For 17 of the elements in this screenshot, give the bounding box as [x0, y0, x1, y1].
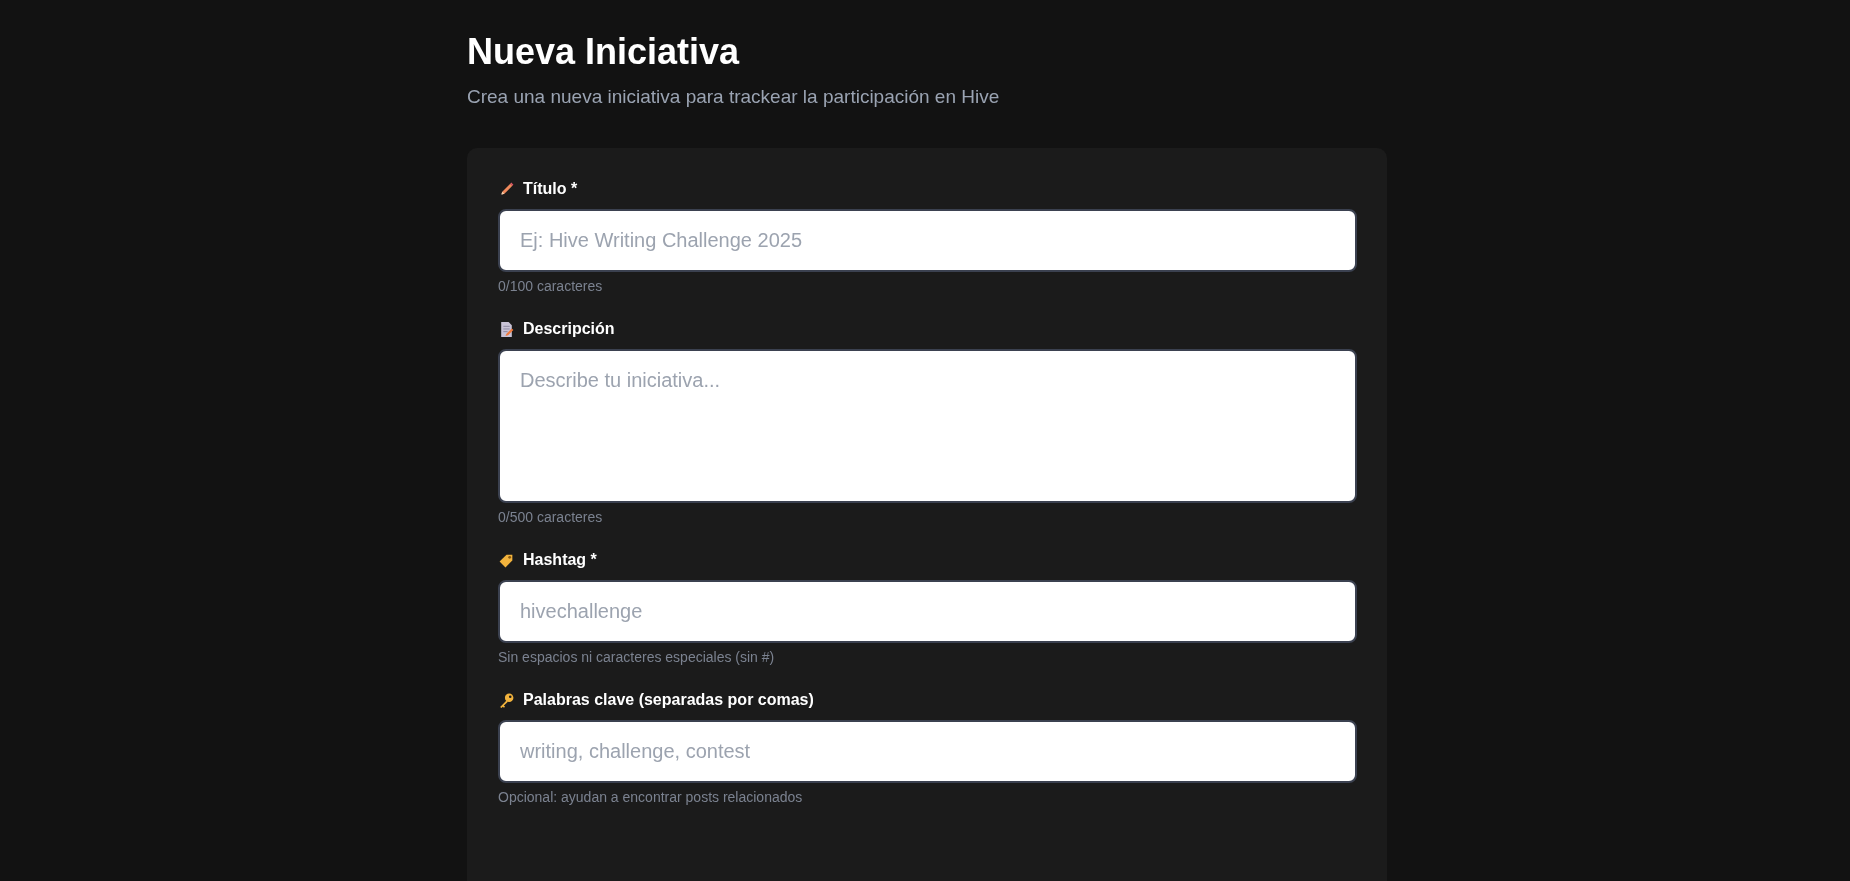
key-icon — [498, 691, 515, 709]
field-label: Descripción — [523, 320, 615, 338]
field-label: Título * — [523, 180, 578, 198]
input-field[interactable]: Ej: Hive Writing Challenge 2025 — [498, 209, 1357, 272]
input-field[interactable]: hivechallenge — [498, 580, 1357, 643]
page-title: Nueva Iniciativa — [467, 30, 741, 74]
helper-text: Sin espacios ni caracteres especiales (sin #) — [498, 649, 776, 665]
helper-text: 0/500 caracteres — [498, 509, 604, 525]
field-label: Hashtag * — [523, 551, 597, 569]
input-field[interactable]: writing, challenge, contest — [498, 720, 1357, 783]
helper-text: Opcional: ayudan a encontrar posts relacionados — [498, 789, 804, 805]
helper-text: 0/100 caracteres — [498, 278, 604, 294]
pencil-icon — [498, 180, 515, 198]
document-pencil-icon — [498, 320, 515, 338]
text-area[interactable]: Describe tu iniciativa... — [498, 349, 1357, 503]
field-label: Palabras clave (separadas por comas) — [523, 691, 814, 709]
page-subtitle: Crea una nueva iniciativa para trackear la participación en Hive — [467, 86, 1001, 108]
